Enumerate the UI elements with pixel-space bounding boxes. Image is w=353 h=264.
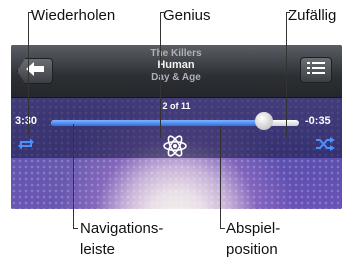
elapsed-time: 3:30: [15, 115, 38, 127]
callout-playhead-label-line2: position: [226, 241, 278, 258]
callout-shuffle-line-tick: [286, 12, 290, 13]
callout-repeat-label: Wiederholen: [31, 7, 116, 24]
track-counter: 2 of 11: [162, 101, 191, 111]
track-list-icon: [307, 61, 325, 80]
callout-playhead-line: [220, 126, 221, 228]
callout-shuffle-line: [286, 12, 287, 137]
callout-genius-line: [160, 12, 161, 138]
track-list-button[interactable]: [300, 57, 332, 83]
repeat-icon[interactable]: [17, 137, 35, 156]
callout-shuffle-label: Zufällig: [288, 7, 337, 24]
callout-navigation-line-tick: [73, 228, 78, 229]
callout-repeat-line-tick: [28, 12, 32, 13]
scrubber-progress: [51, 120, 265, 126]
track-title: Human: [157, 59, 195, 71]
shuffle-icon[interactable]: [315, 137, 335, 156]
now-playing-screen: The Killers Human Day & Age 2 of 11 3:30…: [11, 45, 342, 209]
track-album: Day & Age: [151, 72, 201, 83]
callout-repeat-line: [28, 12, 29, 135]
callout-navigation-label-line1: Navigations-: [80, 220, 164, 237]
callout-playhead-label-line1: Abspiel-: [226, 220, 281, 237]
track-artist: The Killers: [150, 48, 202, 59]
genius-atom-icon[interactable]: [162, 133, 188, 164]
callout-genius-label: Genius: [163, 7, 211, 24]
remaining-time: -0:35: [305, 115, 331, 127]
top-bar: The Killers Human Day & Age: [11, 45, 342, 98]
callout-navigation-label-line2: leiste: [80, 241, 116, 258]
back-button[interactable]: [17, 58, 53, 84]
callout-playhead-line-tick: [220, 228, 225, 229]
callout-genius-line-tick: [160, 12, 164, 13]
track-info: The Killers Human Day & Age: [81, 48, 271, 83]
callout-navigation-line: [73, 124, 74, 228]
